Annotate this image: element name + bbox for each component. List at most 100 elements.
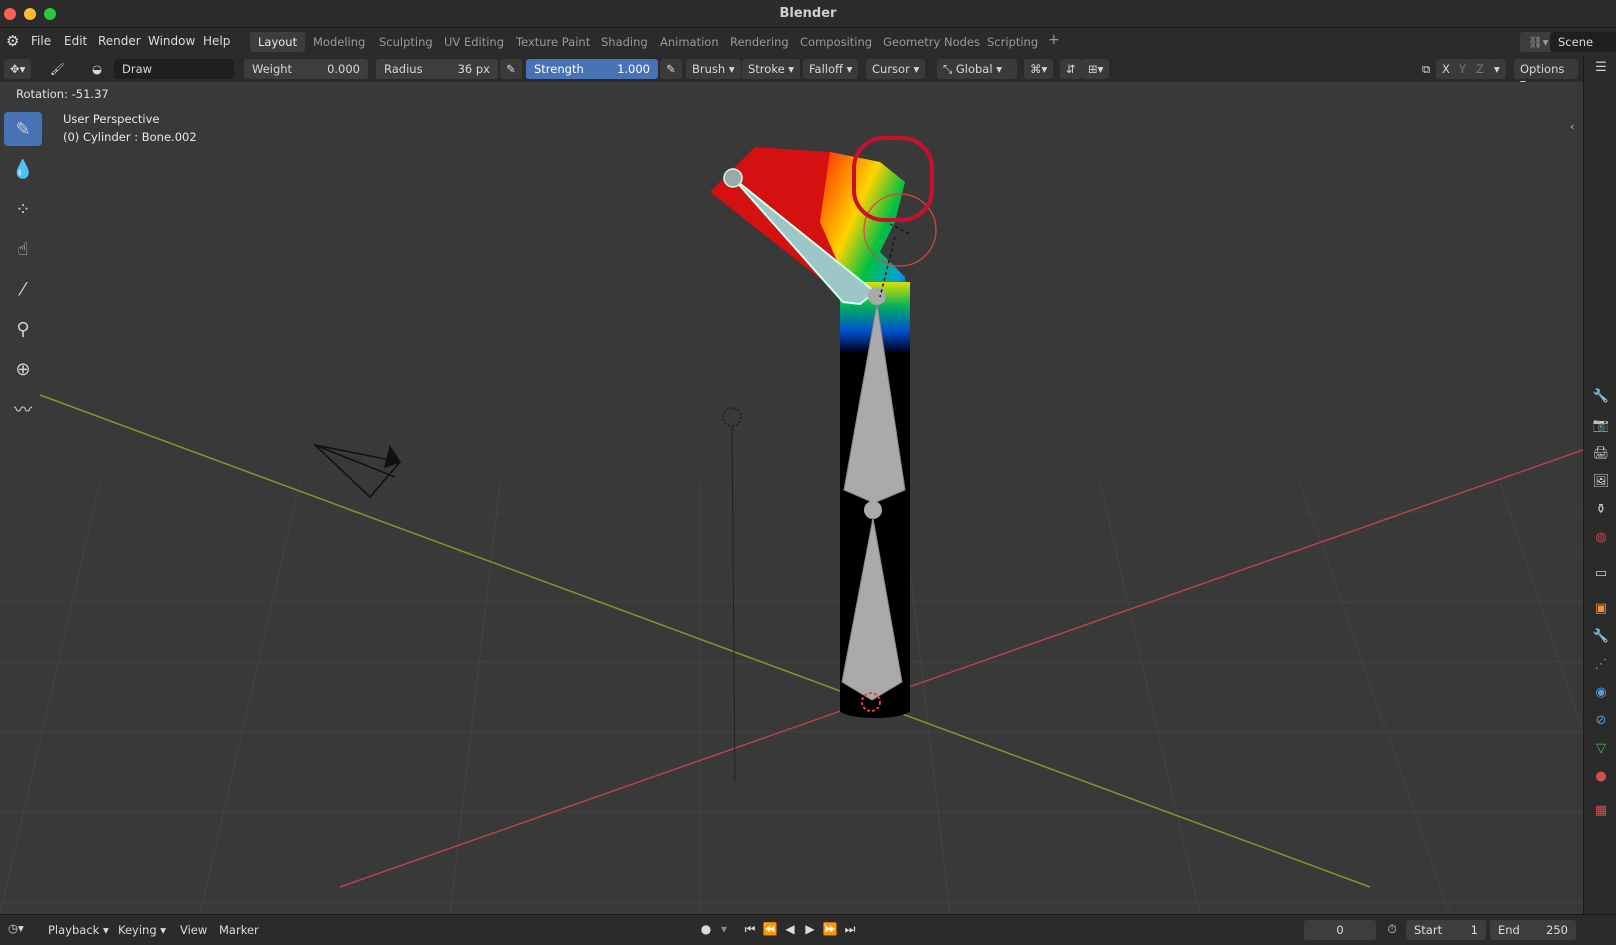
falloff-dropdown-label: Falloff (809, 62, 843, 76)
collection-properties-icon[interactable]: ▭ (1592, 566, 1610, 584)
draw-tool-icon[interactable]: ✎ (4, 112, 42, 146)
record-icon[interactable]: ● (698, 922, 714, 938)
stroke-dropdown[interactable]: Stroke ▾ (742, 59, 801, 79)
tab-modeling[interactable]: Modeling (305, 32, 373, 52)
cursor-dropdown[interactable]: Cursor ▾ (866, 59, 926, 79)
tab-rendering[interactable]: Rendering (722, 32, 797, 52)
chevron-down-icon[interactable]: ▾ (716, 922, 732, 938)
current-frame-value: 0 (1336, 923, 1344, 937)
editor-type-dropdown[interactable]: ✥▾ (4, 59, 32, 79)
view-menu[interactable]: View (180, 923, 207, 937)
proportional-icon[interactable]: ⊞▾ (1082, 59, 1110, 79)
stopwatch-icon[interactable]: ⏱ (1384, 922, 1400, 938)
blur-tool-icon[interactable]: 💧 (4, 152, 42, 186)
physics-properties-icon[interactable]: ◉ (1592, 685, 1610, 703)
options-label: Options (1520, 62, 1565, 76)
constraints-properties-icon[interactable]: ⊘ (1592, 713, 1610, 731)
play-icon[interactable]: ▶ (802, 922, 818, 938)
menu-window[interactable]: Window (148, 34, 195, 48)
smear-tool-icon[interactable]: ☝ (4, 232, 42, 266)
tool-header: ✥▾ 🖌 ◒ Draw Weight 0.000 Radius 36 px ✎ … (0, 56, 1583, 90)
render-properties-icon[interactable]: 📷 (1592, 418, 1610, 436)
tab-texture-paint[interactable]: Texture Paint (508, 32, 598, 52)
options-dropdown[interactable]: Options ▾ (1514, 59, 1578, 90)
falloff-dropdown[interactable]: Falloff ▾ (803, 59, 859, 79)
tab-animation[interactable]: Animation (652, 32, 727, 52)
bone-joint-top (723, 168, 743, 188)
sample-weight-tool-icon[interactable]: ⚲ (4, 312, 42, 346)
next-keyframe-icon[interactable]: ⏩ (822, 922, 838, 938)
brush-icon[interactable]: 🖌 (44, 59, 71, 79)
brush-preview-icon[interactable]: ◒ (86, 59, 114, 79)
play-reverse-icon[interactable]: ◀ (782, 922, 798, 938)
radius-pressure-icon[interactable]: ✎ (500, 59, 522, 79)
strength-pressure-icon[interactable]: ✎ (660, 59, 682, 79)
brush-dropdown-label: Brush (692, 62, 726, 76)
viewport-scene (0, 136, 1583, 914)
data-properties-icon[interactable]: ▽ (1592, 741, 1610, 759)
tab-compositing[interactable]: Compositing (792, 32, 880, 52)
tab-geometry-nodes[interactable]: Geometry Nodes (875, 32, 988, 52)
menu-render[interactable]: Render (98, 34, 141, 48)
add-workspace-icon[interactable]: + (1042, 32, 1066, 52)
particles-properties-icon[interactable]: ⋰ (1592, 657, 1610, 675)
blender-logo-icon[interactable]: ⚙ (6, 32, 19, 50)
tab-uv-editing[interactable]: UV Editing (436, 32, 512, 52)
menu-file[interactable]: File (31, 34, 51, 48)
brush-name-field[interactable]: Draw (114, 59, 234, 79)
scene-properties-icon[interactable]: ⚱ (1592, 502, 1610, 520)
jump-end-icon[interactable]: ⏭ (842, 922, 858, 938)
object-properties-icon[interactable]: ▣ (1592, 601, 1610, 619)
weight-value: 0.000 (327, 62, 360, 76)
average-tool-icon[interactable]: ⁘ (4, 192, 42, 226)
strength-field[interactable]: Strength 1.000 (526, 59, 658, 79)
start-frame-label: Start (1414, 923, 1443, 937)
perspective-label: User Perspective (63, 112, 160, 126)
timeline-editor-icon[interactable]: ◷▾ (8, 921, 24, 935)
brush-dropdown[interactable]: Brush ▾ (686, 59, 741, 79)
mirror-z-button[interactable]: Z (1470, 59, 1490, 79)
weight-field[interactable]: Weight 0.000 (244, 59, 368, 79)
jump-start-icon[interactable]: ⏮ (742, 922, 758, 938)
radius-field[interactable]: Radius 36 px (376, 59, 498, 79)
bone-joint-mid (868, 287, 886, 305)
marker-menu[interactable]: Marker (219, 923, 259, 937)
snap-icon[interactable]: ⇵ (1060, 59, 1082, 79)
playback-label: Playback (48, 923, 100, 937)
material-properties-icon[interactable]: ● (1592, 769, 1610, 787)
y-axis-line (39, 394, 1371, 888)
playback-menu[interactable]: Playback ▾ (48, 923, 109, 937)
menu-edit[interactable]: Edit (64, 34, 87, 48)
annotate-tool-icon[interactable]: 〰 (4, 392, 42, 426)
tab-shading[interactable]: Shading (593, 32, 656, 52)
view-layer-properties-icon[interactable]: 🖼 (1592, 474, 1610, 492)
strength-label: Strength (534, 62, 584, 76)
texture-properties-icon[interactable]: ▦ (1592, 803, 1610, 821)
tab-scripting[interactable]: Scripting (979, 32, 1046, 52)
chevron-down-icon[interactable]: ▾ (1488, 59, 1506, 79)
keying-menu[interactable]: Keying ▾ (118, 923, 166, 937)
tab-sculpting[interactable]: Sculpting (371, 32, 441, 52)
current-frame-field[interactable]: 0 (1304, 920, 1376, 940)
world-properties-icon[interactable]: ◍ (1592, 530, 1610, 548)
sidebar-toggle-icon[interactable]: ‹ (1570, 120, 1574, 133)
end-frame-field[interactable]: End 250 (1490, 920, 1576, 940)
tool-properties-icon[interactable]: 🔧 (1592, 389, 1610, 407)
tab-layout[interactable]: Layout (250, 32, 306, 52)
start-frame-field[interactable]: Start 1 (1406, 920, 1486, 940)
window-title: Blender (779, 6, 837, 21)
gradient-tool-icon[interactable]: ⁄ (4, 272, 42, 306)
prev-keyframe-icon[interactable]: ⏪ (762, 922, 778, 938)
radius-label: Radius (384, 62, 423, 76)
menu-help[interactable]: Help (203, 34, 230, 48)
strength-value: 1.000 (617, 62, 650, 76)
3d-viewport[interactable]: Rotation: -51.37 User Perspective (0) Cy… (0, 82, 1583, 914)
transform-orientation-dropdown[interactable]: ⤡ Global ▾ (937, 59, 1017, 79)
mirror-icon[interactable]: ⧉ (1416, 59, 1436, 79)
output-properties-icon[interactable]: 🖨 (1592, 446, 1610, 464)
cursor-tool-icon[interactable]: ⊕ (4, 352, 42, 386)
outliner-icon[interactable]: ☰ (1592, 60, 1610, 78)
modifier-properties-icon[interactable]: 🔧 (1592, 629, 1610, 647)
scene-name-field[interactable]: Scene (1550, 32, 1616, 52)
pivot-icon[interactable]: ⌘▾ (1024, 59, 1054, 79)
